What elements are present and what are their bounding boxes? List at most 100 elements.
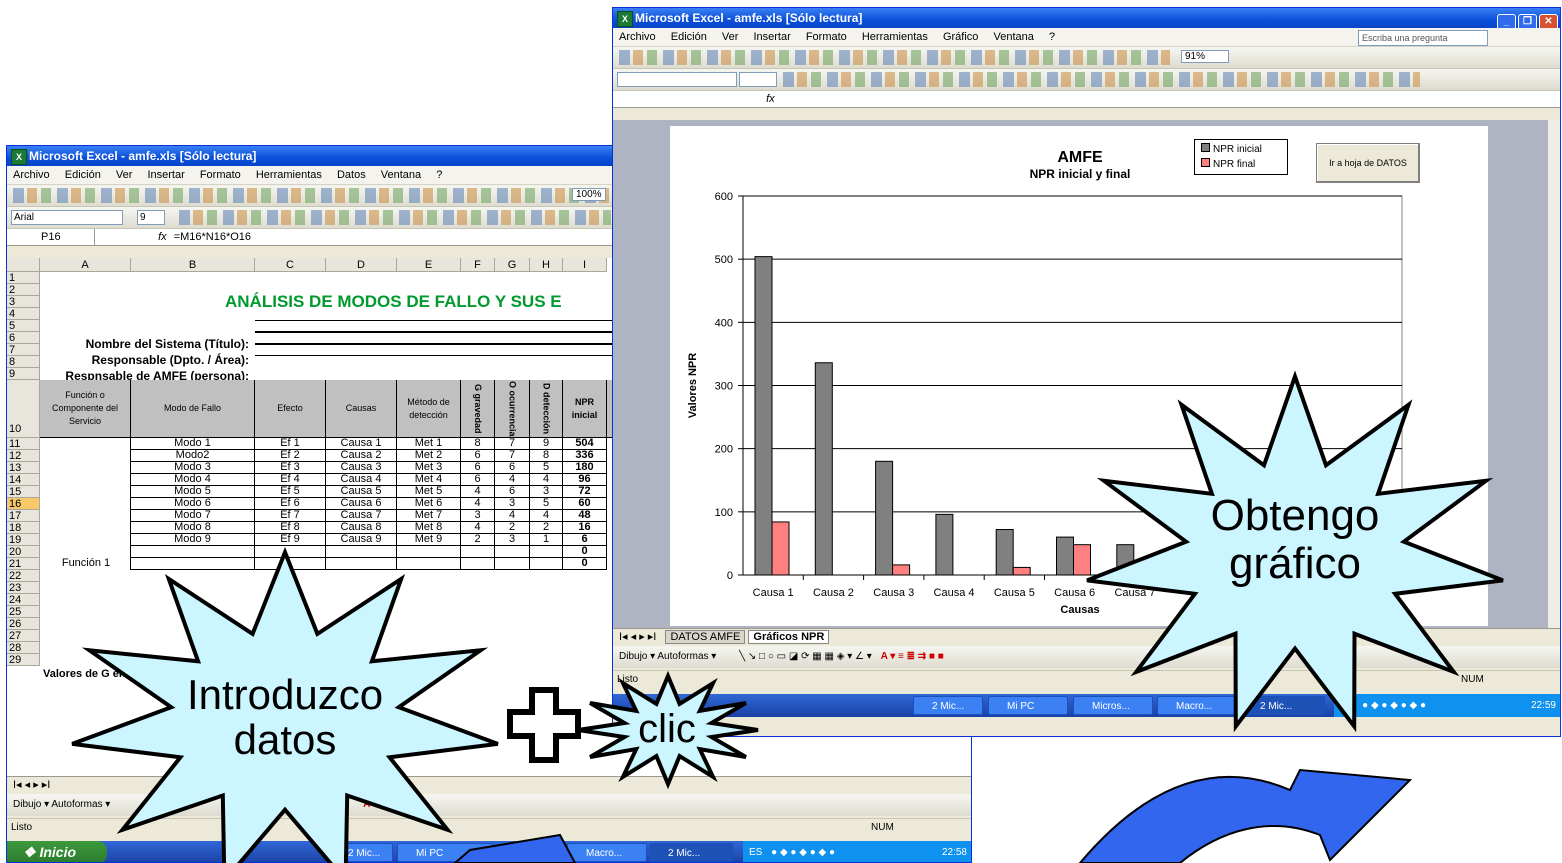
table-cell[interactable]: 6 [461,462,495,474]
zoom-box[interactable]: 91% [1181,50,1229,63]
row-header[interactable]: 1 [7,272,40,284]
row-header[interactable]: 10 [7,380,40,438]
table-cell[interactable]: Modo 3 [131,462,255,474]
column-header[interactable]: D [326,258,397,272]
table-cell[interactable]: Met 3 [397,462,461,474]
table-cell[interactable]: Ef 1 [255,438,326,450]
table-cell[interactable]: 180 [563,462,607,474]
table-cell[interactable]: 6 [461,450,495,462]
table-cell[interactable] [397,546,461,558]
table-header[interactable]: O ocurrencia [495,380,530,438]
table-cell[interactable]: 4 [495,510,530,522]
table-cell[interactable]: 16 [563,522,607,534]
taskbar-btn-excel[interactable]: 2 Mic... [649,843,733,862]
table-cell[interactable]: Modo 9 [131,534,255,546]
table-cell[interactable]: 9 [530,438,563,450]
table-header[interactable]: G gravedad [461,380,495,438]
menu-archivo[interactable]: Archivo [13,169,50,181]
row-header[interactable]: 13 [7,462,40,474]
table-cell[interactable]: 6 [461,474,495,486]
table-cell[interactable]: 2 [530,522,563,534]
menu-insertar[interactable]: Insertar [753,31,790,43]
table-cell[interactable]: 7 [495,450,530,462]
table-cell[interactable]: Causa 9 [326,534,397,546]
tab-datos-amfe[interactable]: DATOS AMFE [665,630,746,644]
row-header[interactable]: 18 [7,522,40,534]
table-cell[interactable]: Met 9 [397,534,461,546]
row-header[interactable]: 21 [7,558,40,570]
table-cell[interactable] [326,546,397,558]
row-header[interactable]: 24 [7,594,40,606]
tray-icons[interactable]: ● ◆ ● ◆ ● ◆ ● [771,847,835,858]
left-sheet-tabs[interactable]: I◂ ◂ ▸ ▸I [7,776,971,793]
row-header[interactable]: 11 [7,438,40,450]
taskbar-btn-excel[interactable]: 2 Mic... [1241,696,1325,715]
column-header[interactable]: E [397,258,461,272]
row-header[interactable]: 29 [7,654,40,666]
column-header[interactable]: A [40,258,131,272]
table-cell[interactable] [397,558,461,570]
table-cell[interactable]: Modo 5 [131,486,255,498]
row-header[interactable]: 2 [7,284,40,296]
table-cell[interactable] [461,558,495,570]
taskbar-btn-mipc[interactable]: Mi PC [397,843,493,862]
row-header[interactable]: 25 [7,606,40,618]
draw-menu[interactable]: Dibujo ▾ Autoformas ▾ [13,799,110,810]
table-cell[interactable]: 504 [563,438,607,450]
table-cell[interactable]: 60 [563,498,607,510]
table-cell[interactable]: Ef 4 [255,474,326,486]
row-header[interactable]: 4 [7,308,40,320]
column-header[interactable]: F [461,258,495,272]
start-button[interactable]: ❖ Inicio [7,841,107,862]
table-cell[interactable]: 3 [530,486,563,498]
row-header[interactable]: 19 [7,534,40,546]
sheet-nav-buttons[interactable]: I◂ ◂ ▸ ▸I [13,779,50,791]
table-header[interactable]: Función o Componente del Servicio [40,380,131,438]
name-box[interactable]: P16 [7,229,95,245]
menu-help[interactable]: ? [436,169,442,181]
column-header[interactable]: B [131,258,255,272]
table-cell[interactable] [495,558,530,570]
table-cell[interactable]: Modo 7 [131,510,255,522]
row-header[interactable]: 23 [7,582,40,594]
table-cell[interactable]: 6 [495,486,530,498]
menu-edicion[interactable]: Edición [65,169,101,181]
row-header[interactable]: 15 [7,486,40,498]
table-cell[interactable]: 72 [563,486,607,498]
right-format-toolbar[interactable] [613,69,1560,91]
row-header[interactable]: 7 [7,344,40,356]
table-cell[interactable]: 3 [461,510,495,522]
table-cell[interactable] [495,546,530,558]
function-cell[interactable] [40,438,131,570]
table-cell[interactable]: Causa 3 [326,462,397,474]
row-header[interactable]: 26 [7,618,40,630]
sheet-nav-buttons[interactable]: I◂ ◂ ▸ ▸I [619,631,656,643]
lang-indicator[interactable]: ES [1340,700,1353,711]
table-cell[interactable]: Causa 1 [326,438,397,450]
taskbar-btn-macro[interactable]: Macro... [1157,696,1237,715]
table-cell[interactable]: 2 [495,522,530,534]
table-cell[interactable] [131,546,255,558]
row-header[interactable]: 20 [7,546,40,558]
table-cell[interactable]: Modo 6 [131,498,255,510]
font-size-box[interactable] [739,72,777,87]
table-cell[interactable]: Modo2 [131,450,255,462]
table-cell[interactable]: Met 7 [397,510,461,522]
row-header[interactable]: 8 [7,356,40,368]
row-header[interactable]: 5 [7,320,40,332]
go-to-data-button[interactable]: Ir a hoja de DATOS [1316,143,1420,183]
table-cell[interactable]: Causa 2 [326,450,397,462]
zoom-box[interactable]: 100% [572,188,606,201]
table-cell[interactable]: Causa 6 [326,498,397,510]
taskbar-btn-mipc[interactable]: Mi PC [988,696,1068,715]
table-cell[interactable]: Causa 5 [326,486,397,498]
table-cell[interactable]: 6 [563,534,607,546]
column-header[interactable]: H [530,258,563,272]
draw-menu[interactable]: Dibujo ▾ Autoformas ▾ [619,651,716,662]
taskbar-btn-word[interactable]: 2 Mic... [329,843,393,862]
table-cell[interactable]: 4 [461,522,495,534]
font-size-box[interactable]: 9 [137,210,165,225]
table-cell[interactable]: 1 [530,534,563,546]
tray-icons[interactable]: ● ◆ ● ◆ ● ◆ ● [1362,700,1426,711]
right-standard-toolbar[interactable]: 91% [613,47,1560,69]
